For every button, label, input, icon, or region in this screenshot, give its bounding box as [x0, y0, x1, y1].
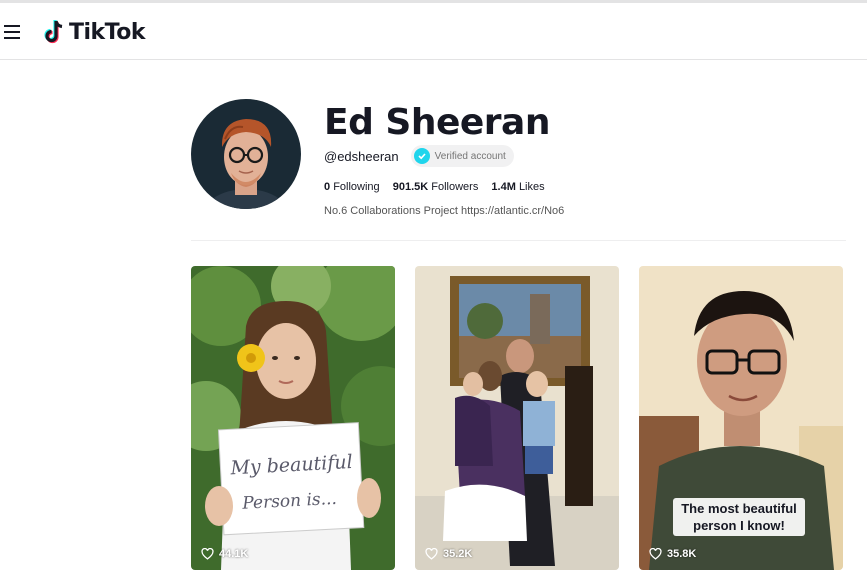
handle-row: @edsheeran Verified account: [324, 145, 514, 167]
avatar-image: [191, 99, 301, 209]
video-card[interactable]: The most beautiful person I know! 35.8K: [639, 266, 843, 570]
view-count-text: 35.2K: [443, 548, 473, 560]
following-label: Following: [333, 181, 380, 193]
verified-badge: Verified account: [410, 145, 514, 167]
video-card[interactable]: 35.2K: [415, 266, 619, 570]
heart-icon: [425, 548, 438, 560]
verified-label: Verified account: [434, 150, 506, 162]
view-count: 44.1K: [201, 548, 248, 560]
profile-handle: @edsheeran: [324, 148, 399, 164]
hamburger-menu-icon[interactable]: [4, 25, 20, 39]
followers-count: 901.5K: [392, 181, 429, 193]
heart-icon: [201, 548, 214, 560]
logo-text: TikTok: [69, 19, 146, 45]
following-stat[interactable]: 0 Following: [324, 181, 380, 193]
profile-avatar[interactable]: [191, 99, 301, 209]
profile-stats: 0 Following 901.5K Followers 1.4M Likes: [324, 181, 555, 193]
video-thumbnail: My beautiful Person is...: [191, 266, 395, 570]
video-card[interactable]: My beautiful Person is... 44.1K: [191, 266, 395, 570]
verified-check-icon: [413, 148, 430, 164]
tiktok-note-icon: [44, 20, 63, 44]
view-count: 35.2K: [425, 548, 472, 560]
likes-label: Likes: [518, 181, 545, 193]
profile-bio: No.6 Collaborations Project https://atla…: [324, 205, 565, 217]
followers-label: Followers: [431, 181, 479, 193]
profile-name: Ed Sheeran: [324, 102, 550, 143]
followers-stat[interactable]: 901.5K Followers: [393, 181, 479, 193]
profile-divider: [191, 240, 846, 241]
top-header: TikTok: [0, 3, 867, 60]
video-caption: The most beautiful person I know!: [673, 498, 805, 536]
view-count: 35.8K: [649, 548, 696, 560]
heart-icon: [649, 548, 662, 560]
likes-stat: 1.4M Likes: [491, 181, 544, 193]
tiktok-logo[interactable]: TikTok: [44, 17, 146, 47]
video-thumbnail: [415, 266, 619, 570]
following-count: 0: [324, 181, 331, 193]
view-count-text: 44.1K: [219, 548, 249, 560]
view-count-text: 35.8K: [667, 548, 697, 560]
likes-count: 1.4M: [491, 181, 516, 193]
